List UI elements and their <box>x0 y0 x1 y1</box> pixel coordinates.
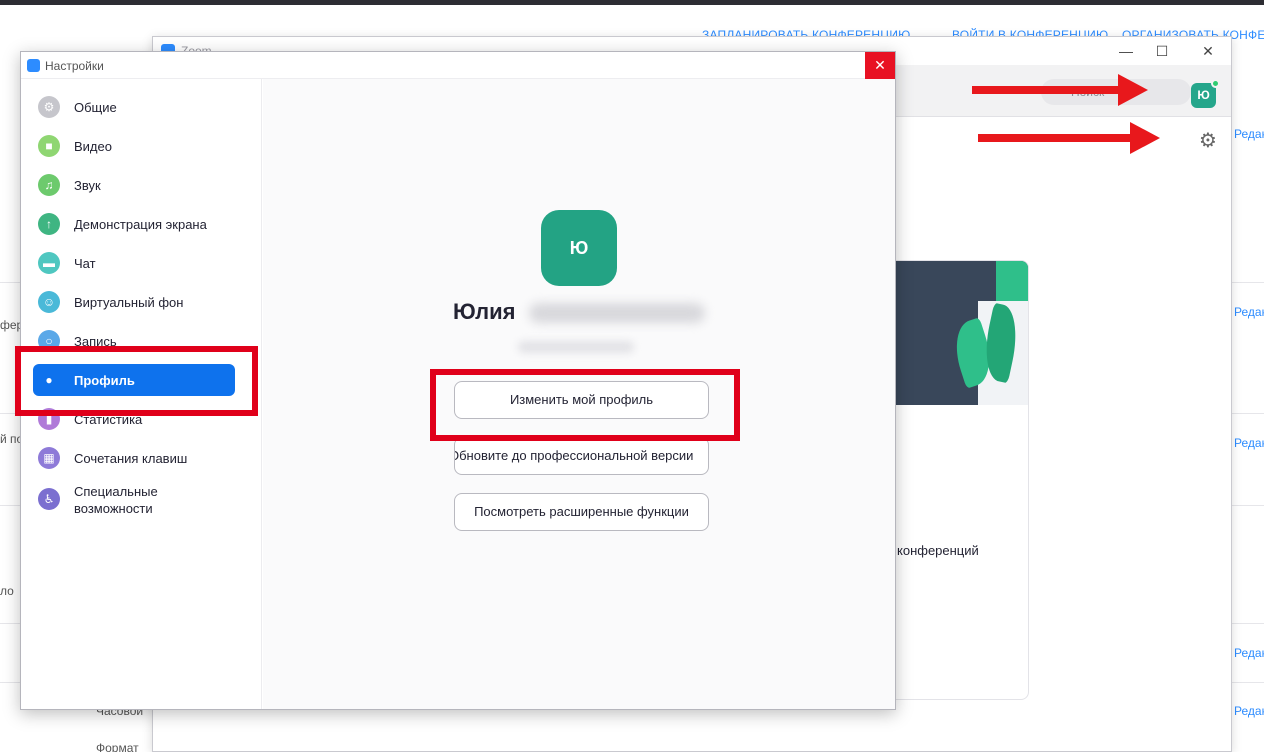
highlight-profile-nav <box>15 346 258 416</box>
sidebar-item-label: Видео <box>74 139 112 154</box>
advanced-features-button[interactable]: Посмотреть расширенные функции <box>454 493 709 531</box>
sidebar-item-video[interactable]: ■ Видео <box>33 130 235 162</box>
edit-link[interactable]: Редак <box>1234 646 1264 660</box>
edit-link[interactable]: Редак <box>1234 704 1264 718</box>
edit-link[interactable]: Редак <box>1234 436 1264 450</box>
settings-title: Настройки <box>45 59 104 73</box>
minimize-button[interactable]: — <box>1111 41 1141 61</box>
virtual-background-icon: ☺ <box>38 291 60 313</box>
sidebar-item-label: Общие <box>74 100 117 115</box>
keyboard-icon: ▦ <box>38 447 60 469</box>
sidebar-item-label: Чат <box>74 256 96 271</box>
promo-green-strip <box>996 261 1028 301</box>
profile-name: Юлия <box>453 299 516 324</box>
blurred-email <box>518 341 634 353</box>
blurred-surname <box>529 303 705 323</box>
online-status-dot <box>1211 79 1220 88</box>
promo-card: 9 г. <box>885 260 1029 700</box>
highlight-edit-profile <box>430 369 740 441</box>
settings-gear-icon[interactable]: ⚙ <box>1197 130 1219 152</box>
red-arrow-to-gear <box>978 122 1160 154</box>
headphones-icon: ♫ <box>38 174 60 196</box>
promo-text: конференций <box>897 543 979 558</box>
promo-image: 9 г. <box>886 261 1028 405</box>
upgrade-to-pro-button[interactable]: Обновите до профессиональной версии <box>454 437 709 475</box>
settings-close-button[interactable]: ✕ <box>865 52 895 79</box>
sidebar-item-general[interactable]: ⚙ Общие <box>33 91 235 123</box>
sidebar-item-accessibility[interactable]: ♿ Специальные возможности <box>33 481 235 517</box>
sidebar-item-chat[interactable]: ▬ Чат <box>33 247 235 279</box>
edit-link[interactable]: Редак <box>1234 305 1264 319</box>
gear-icon: ⚙ <box>38 96 60 118</box>
sidebar-item-screen-share[interactable]: ↑ Демонстрация экрана <box>33 208 235 240</box>
accessibility-icon: ♿ <box>38 488 60 510</box>
profile-avatar: Ю <box>541 210 617 286</box>
sidebar-item-keyboard-shortcuts[interactable]: ▦ Сочетания клавиш <box>33 442 235 474</box>
sidebar-item-virtual-background[interactable]: ☺ Виртуальный фон <box>33 286 235 318</box>
red-arrow-to-avatar <box>972 74 1148 106</box>
close-window-button[interactable]: ✕ <box>1193 41 1223 61</box>
sidebar-item-label: Специальные возможности <box>74 484 158 516</box>
profile-avatar-button[interactable]: Ю <box>1191 79 1220 108</box>
sidebar-item-label: Демонстрация экрана <box>74 217 207 232</box>
maximize-button[interactable]: ☐ <box>1147 41 1177 61</box>
screen-share-icon: ↑ <box>38 213 60 235</box>
upgrade-label: Обновите до профессиональной версии <box>454 448 694 463</box>
web-text-fragment: Формат <box>96 741 139 752</box>
settings-titlebar: Настройки ✕ <box>21 52 895 79</box>
browser-top-strip <box>0 0 1264 5</box>
sidebar-item-label: Виртуальный фон <box>74 295 184 310</box>
sidebar-item-audio[interactable]: ♫ Звук <box>33 169 235 201</box>
sidebar-item-label: Звук <box>74 178 101 193</box>
video-camera-icon: ■ <box>38 135 60 157</box>
web-text-fragment: ло <box>0 584 14 598</box>
avatar-letter: Ю <box>1197 88 1210 102</box>
sidebar-item-label: Сочетания клавиш <box>74 451 188 466</box>
edit-link[interactable]: Редак <box>1234 127 1264 141</box>
chat-bubble-icon: ▬ <box>38 252 60 274</box>
zoom-logo-icon <box>27 59 40 72</box>
